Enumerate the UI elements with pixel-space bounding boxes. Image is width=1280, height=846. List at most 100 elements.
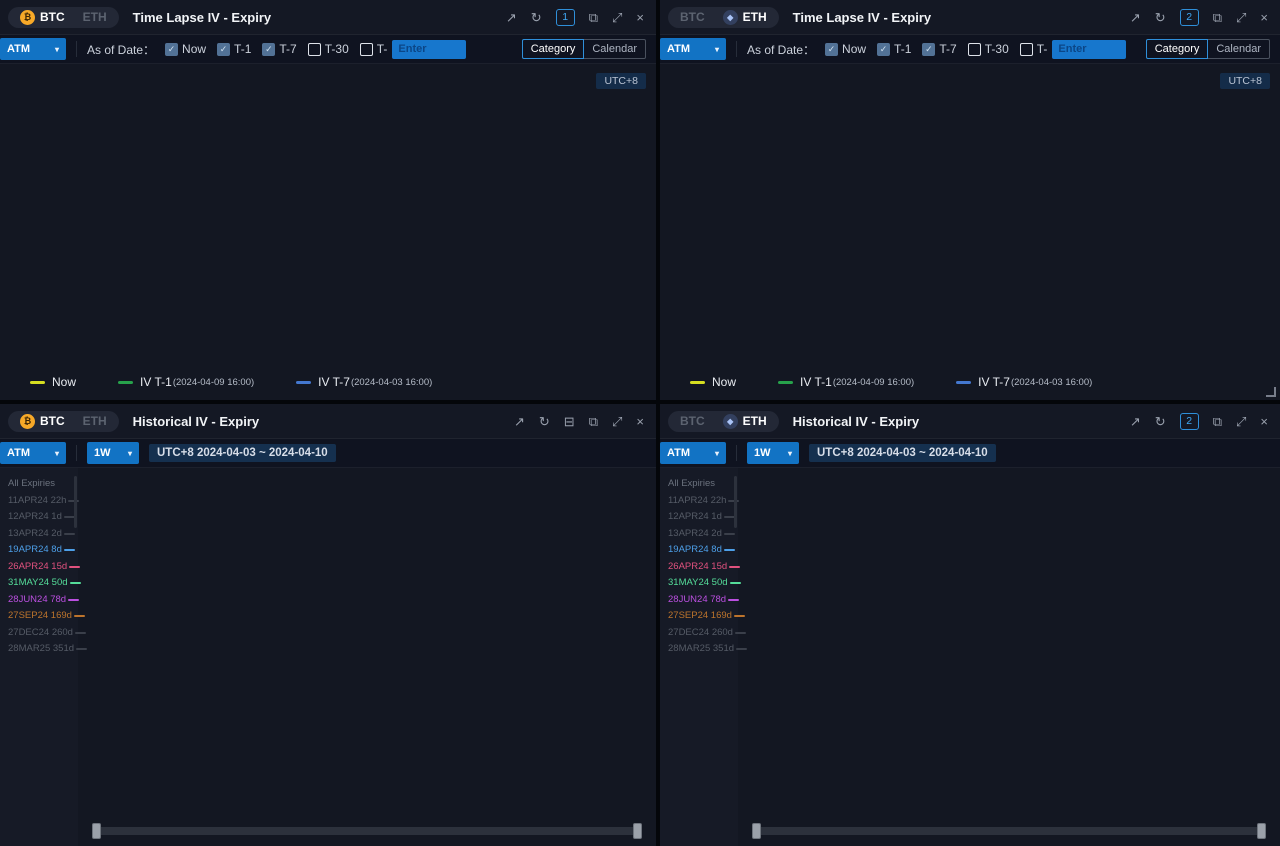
asset-btc[interactable]: ₿BTC [11,413,74,430]
time-lapse-chart[interactable] [0,64,656,364]
expiry-item[interactable]: 28MAR25 351d [668,641,733,658]
atm-dropdown[interactable]: ATM▾ [660,38,726,60]
asof-checkbox-t-1[interactable]: ✓T-1 [217,42,251,56]
expiry-item[interactable]: 19APR24 8d [8,542,73,559]
asset-eth[interactable]: ETH [74,413,116,429]
expiry-item[interactable]: 11APR24 22h [8,493,73,510]
date-range-label[interactable]: UTC+8 2024-04-03 ~ 2024-04-10 [809,444,996,462]
sidebar-all-expiries[interactable]: All Expiries [668,476,733,493]
checkbox-box[interactable]: ✓ [1020,43,1033,56]
close-icon[interactable]: × [636,11,644,24]
asof-checkbox-t-30[interactable]: ✓T-30 [968,42,1009,56]
close-icon[interactable]: × [1260,11,1268,24]
external-link-icon[interactable]: ↗ [1130,415,1141,428]
period-dropdown[interactable]: 1W▾ [747,442,799,464]
asof-checkbox-t-[interactable]: ✓T- [360,42,388,56]
period-dropdown[interactable]: 1W▾ [87,442,139,464]
asof-checkbox-t-7[interactable]: ✓T-7 [262,42,296,56]
legend-item[interactable]: IV T-7(2024-04-03 16:00) [296,375,432,389]
asof-checkbox-t-1[interactable]: ✓T-1 [877,42,911,56]
slider-handle-right[interactable] [1257,823,1266,839]
expand-icon[interactable]: ⤢ [1236,11,1246,24]
asof-checkbox-t-30[interactable]: ✓T-30 [308,42,349,56]
sidebar-scrollbar[interactable] [74,476,77,528]
expiry-item[interactable]: 12APR24 1d [8,509,73,526]
asset-toggle[interactable]: BTC ◆ETH [668,7,779,28]
checkbox-box[interactable]: ✓ [922,43,935,56]
atm-dropdown[interactable]: ATM▾ [0,38,66,60]
checkbox-box[interactable]: ✓ [877,43,890,56]
asof-checkbox-now[interactable]: ✓Now [165,42,206,56]
expiry-item[interactable]: 13APR24 2d [8,526,73,543]
asset-btc[interactable]: BTC [671,9,714,25]
sidebar-all-expiries[interactable]: All Expiries [8,476,73,493]
refresh-icon[interactable]: ↻ [1155,415,1166,428]
checkbox-box[interactable]: ✓ [968,43,981,56]
checkbox-box[interactable]: ✓ [825,43,838,56]
expiry-item[interactable]: 26APR24 15d [8,559,73,576]
historical-chart[interactable] [738,468,1038,618]
expiry-item[interactable]: 27DEC24 260d [668,625,733,642]
close-icon[interactable]: × [1260,415,1268,428]
expiry-item[interactable]: 26APR24 15d [668,559,733,576]
t-minus-days-input[interactable] [1052,40,1126,59]
asof-checkbox-t-7[interactable]: ✓T-7 [922,42,956,56]
checkbox-box[interactable]: ✓ [262,43,275,56]
asset-btc[interactable]: ₿BTC [11,9,74,26]
duplicate-icon[interactable]: ⧉ [1213,415,1222,428]
external-link-icon[interactable]: ↗ [514,415,525,428]
expiry-item[interactable]: 27DEC24 260d [8,625,73,642]
asset-toggle[interactable]: ₿BTC ETH [8,7,119,28]
expand-icon[interactable]: ⤢ [612,11,622,24]
panel-resize-grip[interactable] [1266,387,1276,397]
window-count-badge[interactable]: 2 [1180,9,1199,26]
checkbox-box[interactable]: ✓ [217,43,230,56]
slider-handle-right[interactable] [633,823,642,839]
expiry-item[interactable]: 28MAR25 351d [8,641,73,658]
category-button[interactable]: Category [1146,39,1209,59]
expiry-item[interactable]: 31MAY24 50d [8,575,73,592]
asset-eth[interactable]: ◆ETH [714,413,776,430]
atm-dropdown[interactable]: ATM▾ [660,442,726,464]
sidebar-scrollbar[interactable] [734,476,737,528]
checkbox-box[interactable]: ✓ [165,43,178,56]
time-range-slider[interactable] [738,816,1280,846]
asof-checkbox-t-[interactable]: ✓T- [1020,42,1048,56]
close-icon[interactable]: × [636,415,644,428]
refresh-icon[interactable]: ↻ [539,415,550,428]
external-link-icon[interactable]: ↗ [1130,11,1141,24]
legend-item[interactable]: IV T-1(2024-04-09 16:00) [118,375,254,389]
expand-icon[interactable]: ⤢ [612,415,622,428]
time-range-slider[interactable] [78,816,656,846]
date-range-label[interactable]: UTC+8 2024-04-03 ~ 2024-04-10 [149,444,336,462]
window-count-badge[interactable]: 2 [1180,413,1199,430]
legend-item[interactable]: Now [690,375,736,389]
slider-handle-left[interactable] [752,823,761,839]
asset-btc[interactable]: BTC [671,413,714,429]
refresh-icon[interactable]: ↻ [1155,11,1166,24]
slider-handle-left[interactable] [92,823,101,839]
checkbox-box[interactable]: ✓ [308,43,321,56]
window-count-badge[interactable]: 1 [556,9,575,26]
duplicate-icon[interactable]: ⧉ [589,415,598,428]
legend-item[interactable]: Now [30,375,76,389]
duplicate-icon[interactable]: ⧉ [1213,11,1222,24]
expiry-item[interactable]: 13APR24 2d [668,526,733,543]
expiry-item[interactable]: 27SEP24 169d [668,608,733,625]
duplicate-icon[interactable]: ⧉ [589,11,598,24]
expiry-item[interactable]: 27SEP24 169d [8,608,73,625]
asof-checkbox-now[interactable]: ✓Now [825,42,866,56]
slider-track[interactable] [94,827,640,835]
asset-toggle[interactable]: ₿BTC ETH [8,411,119,432]
time-lapse-chart[interactable] [660,64,960,214]
legend-item[interactable]: IV T-7(2024-04-03 16:00) [956,375,1092,389]
expiry-item[interactable]: 19APR24 8d [668,542,733,559]
expiry-item[interactable]: 28JUN24 78d [668,592,733,609]
asset-eth[interactable]: ETH [74,9,116,25]
t-minus-days-input[interactable] [392,40,466,59]
external-link-icon[interactable]: ↗ [506,11,517,24]
expand-icon[interactable]: ⤢ [1236,415,1246,428]
expiry-item[interactable]: 31MAY24 50d [668,575,733,592]
folder-icon[interactable]: ⊟ [564,415,575,428]
atm-dropdown[interactable]: ATM▾ [0,442,66,464]
